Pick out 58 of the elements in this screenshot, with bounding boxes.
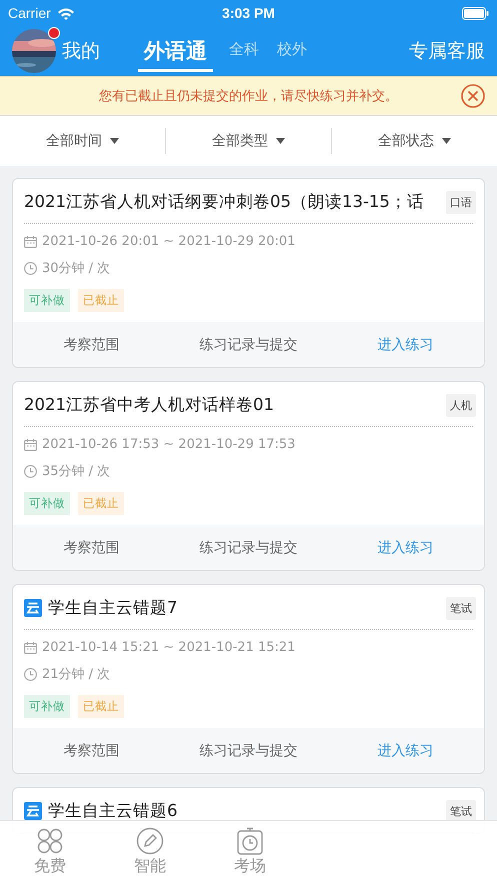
action-button[interactable]: 考察范围 — [13, 525, 170, 570]
action-button[interactable]: 进入练习 — [327, 728, 484, 773]
action-button[interactable]: 练习记录与提交 — [170, 728, 327, 773]
pencil-icon — [136, 827, 164, 855]
type-badge: 人机 — [446, 394, 476, 416]
card-title: 2021江苏省人机对话纲要冲刺卷05（朗读13-15；话 — [24, 191, 425, 213]
battery-icon — [462, 6, 489, 20]
action-button[interactable]: 进入练习 — [327, 525, 484, 570]
type-badge: 笔试 — [446, 596, 476, 620]
close-icon[interactable] — [461, 84, 485, 108]
calendar-icon — [24, 438, 37, 450]
nav-tab[interactable]: 校外 — [275, 34, 309, 68]
clock-icon — [24, 668, 37, 680]
action-button[interactable]: 练习记录与提交 — [170, 525, 327, 570]
tab-bar-item[interactable]: 考场 — [200, 821, 300, 883]
nav-tab[interactable]: 外语通 — [138, 30, 213, 72]
action-button[interactable]: 进入练习 — [327, 322, 484, 367]
status-time: 3:03 PM — [222, 5, 275, 21]
clover-icon — [36, 827, 64, 855]
duration-text: 21分钟 / 次 — [42, 666, 110, 683]
profile-label[interactable]: 我的 — [62, 38, 100, 64]
caret-icon — [276, 138, 285, 144]
filter-dropdown[interactable]: 全部时间 — [0, 131, 165, 151]
service-link[interactable]: 专属客服 — [409, 38, 485, 64]
status-tag: 可补做 — [24, 492, 70, 515]
nav-tab[interactable]: 全科 — [227, 34, 261, 68]
clock-icon — [24, 262, 37, 274]
date-range: 2021-10-14 15:21 ~ 2021-10-21 15:21 — [42, 640, 296, 655]
date-range: 2021-10-26 17:53 ~ 2021-10-29 17:53 — [42, 437, 296, 452]
duration-text: 30分钟 / 次 — [42, 260, 110, 277]
card-title: 学生自主云错题6 — [48, 800, 178, 822]
duration-text: 35分钟 / 次 — [42, 463, 110, 480]
status-tag: 已截止 — [78, 695, 124, 718]
action-button[interactable]: 考察范围 — [13, 322, 170, 367]
status-tag: 可补做 — [24, 695, 70, 718]
carrier-label: Carrier — [8, 5, 51, 21]
calendar-icon — [24, 642, 37, 654]
calendar-icon — [24, 236, 37, 248]
clock-icon — [24, 464, 37, 478]
tab-bar-item[interactable]: 免费 — [0, 821, 100, 883]
status-tag: 可补做 — [24, 289, 70, 312]
type-badge: 笔试 — [446, 800, 476, 822]
alarm-clock-icon — [236, 827, 264, 855]
filter-dropdown[interactable]: 全部状态 — [332, 131, 497, 151]
status-tag: 已截止 — [78, 289, 124, 312]
status-tag: 已截止 — [78, 492, 124, 515]
wifi-icon — [56, 6, 75, 20]
date-range: 2021-10-26 20:01 ~ 2021-10-29 20:01 — [42, 234, 296, 249]
caret-icon — [442, 138, 451, 144]
action-button[interactable]: 练习记录与提交 — [170, 322, 327, 367]
card-title: 2021江苏省中考人机对话样卷01 — [24, 394, 275, 416]
card-title: 学生自主云错题7 — [48, 597, 178, 619]
action-button[interactable]: 考察范围 — [13, 728, 170, 773]
caret-icon — [110, 138, 119, 144]
type-badge: 口语 — [446, 190, 476, 214]
tab-bar-item[interactable]: 智能 — [100, 821, 200, 883]
filter-dropdown[interactable]: 全部类型 — [166, 131, 331, 151]
notice-text: 您有已截止且仍未提交的作业，请尽快练习并补交。 — [99, 88, 398, 105]
